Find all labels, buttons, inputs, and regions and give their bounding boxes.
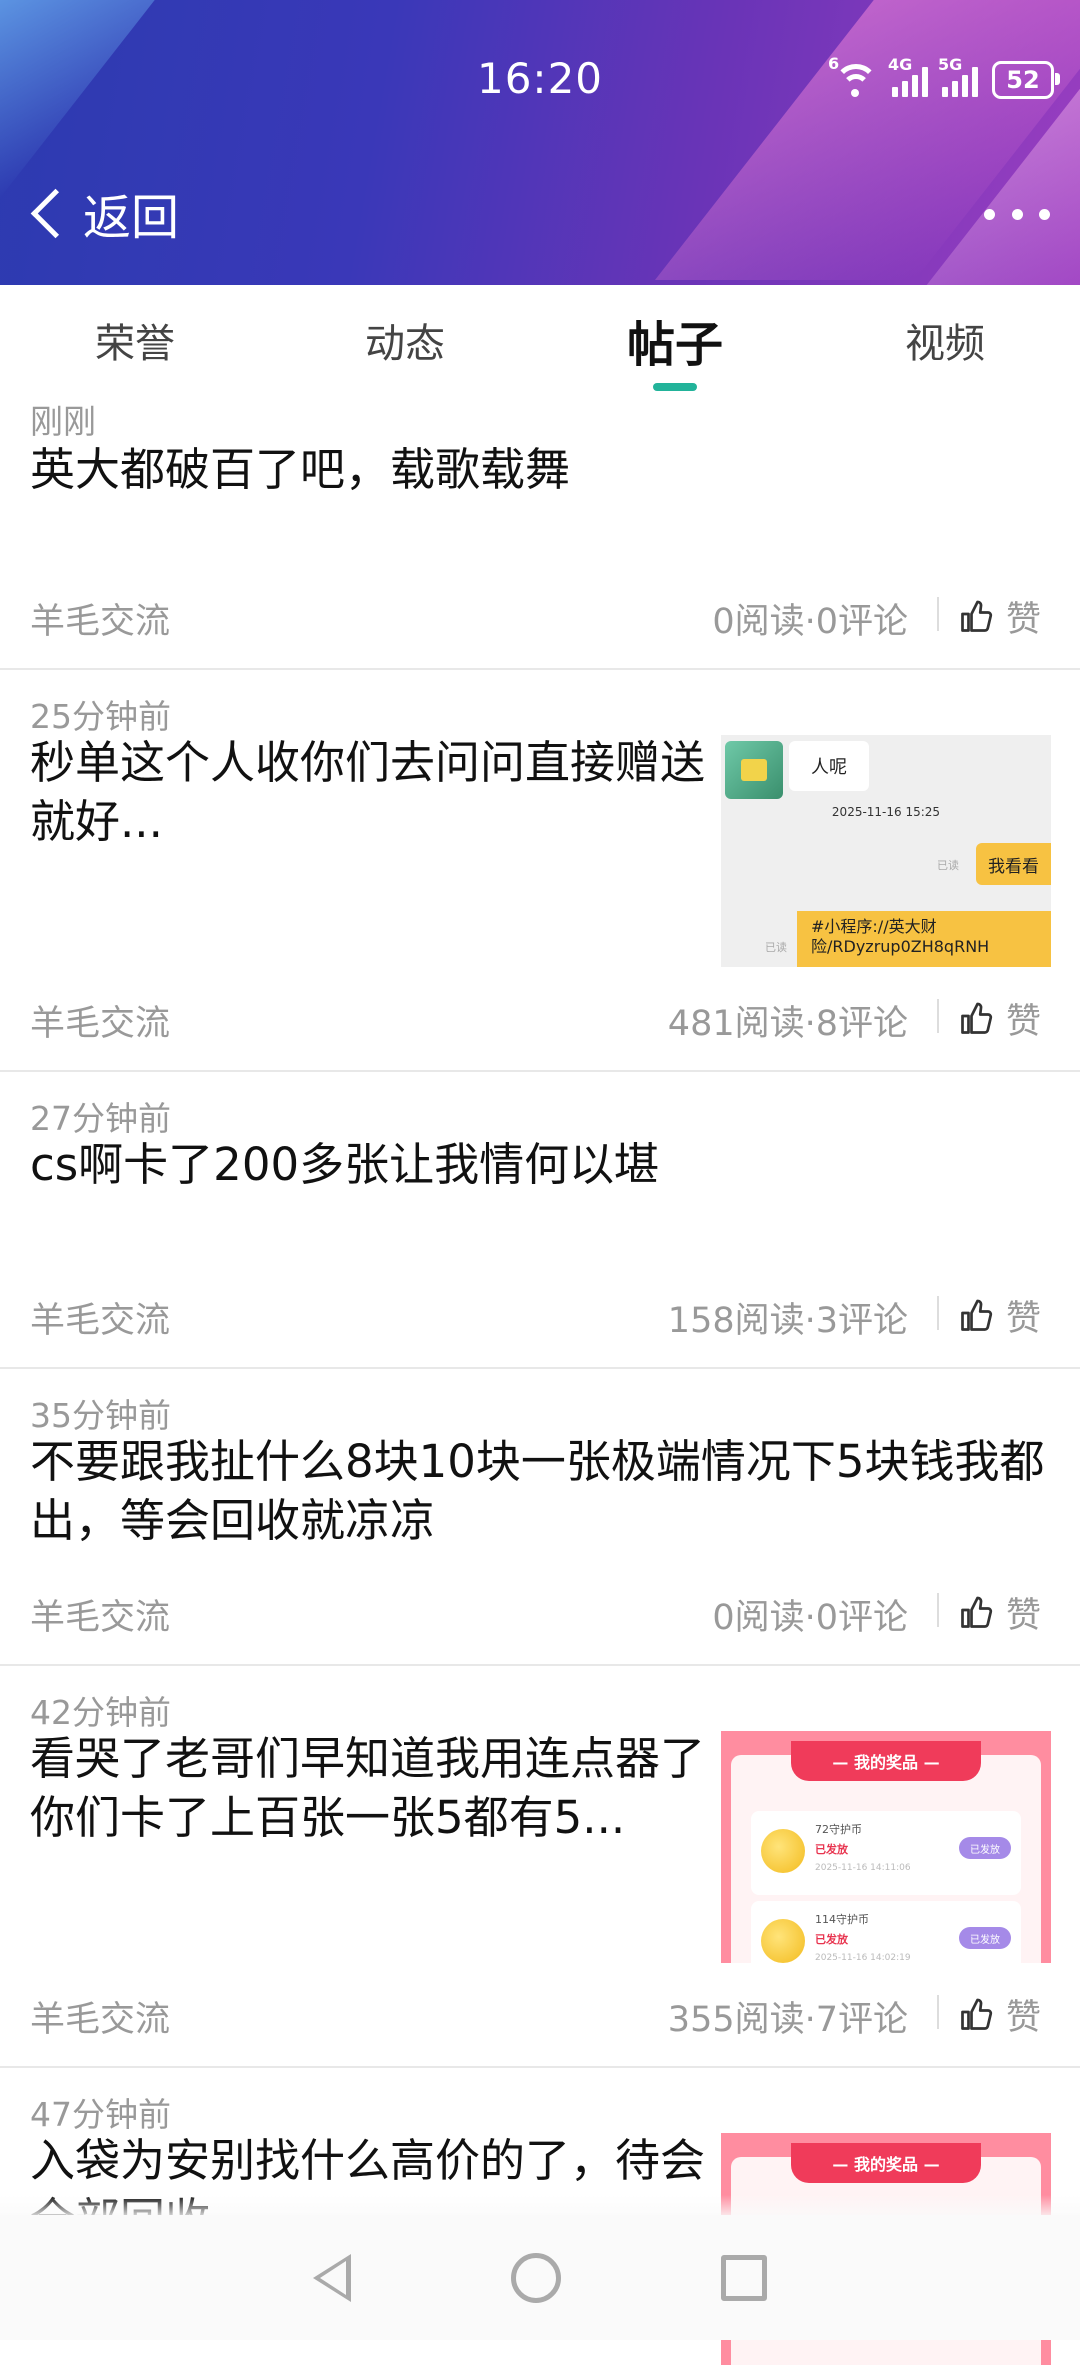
prize-name: 72守护币 [815, 1823, 862, 1836]
post-source[interactable]: 羊毛交流 [30, 1292, 170, 1343]
like-button[interactable]: 赞 [958, 1587, 1041, 1638]
prize-item: 72守护币 已发放 2025-11-16 14:11:06 已发放 [751, 1811, 1021, 1895]
post-source[interactable]: 羊毛交流 [30, 1991, 170, 2042]
like-button[interactable]: 赞 [958, 591, 1041, 642]
status-icons: 6 4G 5G 52 [828, 54, 1060, 102]
post-title: 秒单这个人收你们去问问直接赠送就好... [30, 736, 706, 848]
divider [937, 597, 939, 631]
thumbs-up-icon [961, 1596, 993, 1628]
read-label: 已读 [765, 941, 787, 954]
nav-back-icon[interactable] [313, 2253, 351, 2302]
more-button[interactable] [984, 196, 1050, 232]
post-item[interactable]: 35分钟前 不要跟我扯什么8块10块一张极端情况下5块钱我都出，等会回收就凉凉 … [0, 1369, 1080, 1666]
more-dot [1039, 208, 1050, 220]
post-title: cs啊卡了200多张让我情何以堪 [30, 1138, 660, 1191]
signal-icon: 5G [938, 55, 978, 97]
post-item[interactable]: 42分钟前 看哭了老哥们早知道我用连点器了你们卡了上百张一张5都有5... 72… [0, 1666, 1080, 2068]
post-time: 25分钟前 [30, 697, 171, 736]
divider [937, 1995, 939, 2029]
post-stats: 481阅读·8评论 [667, 1004, 908, 1044]
post-item[interactable]: 25分钟前 秒单这个人收你们去问问直接赠送就好... 人呢 2025-11-16… [0, 670, 1080, 1072]
post-stats: 355阅读·7评论 [667, 2000, 908, 2040]
post-time: 刚刚 [30, 402, 96, 441]
wifi-tag: 6 [828, 54, 840, 73]
divider [937, 999, 939, 1033]
read-label: 已读 [937, 859, 959, 872]
more-dot [984, 208, 995, 220]
post-title: 英大都破百了吧，载歌载舞 [30, 443, 571, 496]
post-time: 42分钟前 [30, 1693, 171, 1732]
like-button[interactable]: 赞 [958, 1989, 1041, 2040]
wifi-icon: 6 [828, 54, 878, 98]
post-stats: 158阅读·3评论 [667, 1301, 908, 1341]
prize-status-badge: 已发放 [959, 1837, 1011, 1859]
battery-icon: 52 [992, 61, 1060, 99]
thumbs-up-icon [961, 1998, 993, 2030]
prize-date: 2025-11-16 14:11:06 [815, 1863, 911, 1873]
post-thumbnail[interactable]: 人呢 2025-11-16 15:25 已读 我看看 已读 #小程序://英大财… [721, 735, 1051, 967]
like-button[interactable]: 赞 [958, 1290, 1041, 1341]
like-label: 赞 [1006, 1299, 1042, 1339]
header-bar: 16:20 6 4G 5G 52 返回 [0, 0, 1080, 285]
nav-recents-icon[interactable] [721, 2254, 767, 2301]
coin-icon [761, 1829, 805, 1873]
prize-item: 114守护币 已发放 2025-11-16 14:02:19 已发放 [751, 1901, 1021, 1963]
like-button[interactable]: 赞 [958, 993, 1041, 1044]
signal-icon: 4G [888, 55, 928, 97]
divider [937, 1593, 939, 1627]
coin-icon [761, 1919, 805, 1963]
prize-status-badge: 已发放 [959, 1927, 1011, 1949]
post-time: 27分钟前 [30, 1099, 171, 1138]
like-label: 赞 [1006, 600, 1042, 640]
like-label: 赞 [1006, 1998, 1042, 2038]
chat-bubble: #小程序://英大财险/RDyzrup0ZH8qRNH [797, 911, 1051, 967]
more-dot [1011, 208, 1023, 220]
back-button[interactable]: 返回 [28, 178, 179, 248]
prize-date: 2025-11-16 14:02:19 [815, 1953, 911, 1963]
tab-posts[interactable]: 帖子 [540, 285, 810, 395]
nav-home-icon[interactable] [511, 2252, 561, 2303]
thumbs-up-icon [961, 1002, 993, 1034]
prize-card: 72守护币 已发放 2025-11-16 14:11:06 已发放 114守护币… [731, 1755, 1041, 1963]
post-source[interactable]: 羊毛交流 [30, 593, 170, 644]
app-icon [725, 741, 783, 799]
post-source[interactable]: 羊毛交流 [30, 1589, 170, 1640]
prize-banner: — 我的奖品 — [791, 1741, 981, 1781]
signal-tag: 5G [938, 55, 963, 74]
tab-bar: 荣誉 动态 帖子 视频 [0, 285, 1080, 395]
prize-name: 114守护币 [815, 1913, 869, 1926]
post-list: 刚刚 英大都破百了吧，载歌载舞 羊毛交流 0阅读·0评论 赞 25分钟前 秒单这… [0, 395, 1080, 2368]
thumbs-up-icon [961, 1299, 993, 1331]
chat-bubble: 我看看 [976, 843, 1051, 885]
prize-status: 已发放 [815, 1843, 848, 1856]
divider [937, 1296, 939, 1330]
post-stats: 0阅读·0评论 [712, 602, 908, 642]
prize-status: 已发放 [815, 1933, 848, 1946]
post-title: 不要跟我扯什么8块10块一张极端情况下5块钱我都出，等会回收就凉凉 [30, 1435, 1045, 1547]
chat-bubble: 人呢 [789, 741, 869, 791]
prize-banner: — 我的奖品 — [791, 2143, 981, 2183]
post-time: 35分钟前 [30, 1396, 171, 1435]
system-nav-bar [0, 2215, 1080, 2340]
like-label: 赞 [1006, 1596, 1042, 1636]
back-label: 返回 [83, 190, 180, 246]
chat-timestamp: 2025-11-16 15:25 [831, 805, 941, 819]
post-time: 47分钟前 [30, 2095, 171, 2134]
chevron-left-icon [30, 188, 81, 238]
post-source[interactable]: 羊毛交流 [30, 995, 170, 1046]
thumbs-up-icon [961, 600, 993, 632]
signal-tag: 4G [888, 55, 913, 74]
post-item[interactable]: 27分钟前 cs啊卡了200多张让我情何以堪 羊毛交流 158阅读·3评论 赞 [0, 1072, 1080, 1369]
like-label: 赞 [1006, 1002, 1042, 1042]
tab-activity[interactable]: 动态 [270, 285, 540, 395]
post-title: 看哭了老哥们早知道我用连点器了你们卡了上百张一张5都有5... [30, 1732, 706, 1844]
post-stats: 0阅读·0评论 [712, 1598, 908, 1638]
post-thumbnail[interactable]: 72守护币 已发放 2025-11-16 14:11:06 已发放 114守护币… [721, 1731, 1051, 1963]
tab-honor[interactable]: 荣誉 [0, 285, 270, 395]
tab-videos[interactable]: 视频 [810, 285, 1080, 395]
post-item[interactable]: 刚刚 英大都破百了吧，载歌载舞 羊毛交流 0阅读·0评论 赞 [0, 395, 1080, 670]
